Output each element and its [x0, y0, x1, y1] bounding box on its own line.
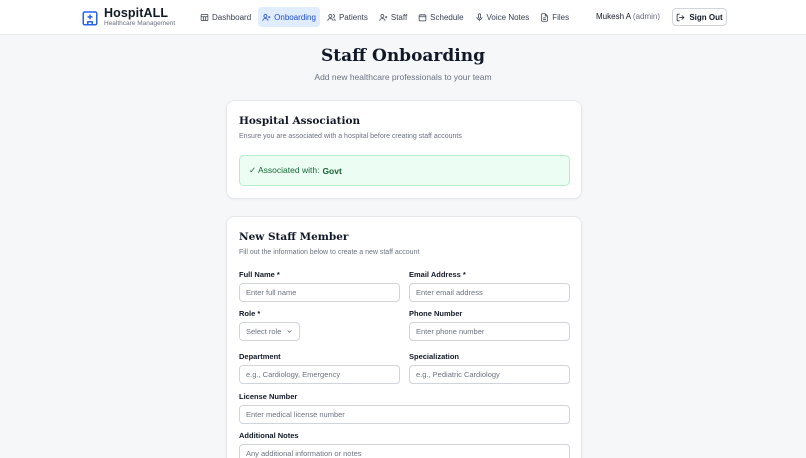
- new-staff-title: New Staff Member: [239, 231, 349, 243]
- associated-hospital-name: Govt: [322, 165, 342, 176]
- nav-files-label: Files: [552, 12, 570, 22]
- hospital-association-title: Hospital Association: [239, 115, 361, 127]
- dashboard-icon: [200, 13, 209, 21]
- hospital-building-icon: [82, 10, 98, 25]
- nav-voice-notes[interactable]: Voice Notes: [471, 7, 534, 27]
- users-icon: [327, 13, 336, 21]
- user-name: Mukesh A: [596, 12, 631, 21]
- microphone-icon: [476, 12, 483, 21]
- notes-label: Additional Notes: [239, 431, 299, 440]
- association-status-prefix: ✓ Associated with:: [249, 165, 320, 175]
- email-input[interactable]: [409, 283, 570, 302]
- brand[interactable]: HospitALL Healthcare Management: [81, 7, 175, 28]
- current-user: Mukesh A (admin): [596, 12, 660, 21]
- department-input[interactable]: [239, 365, 400, 384]
- user-plus-icon: [262, 13, 271, 21]
- department-label: Department: [239, 352, 281, 361]
- nav-onboarding-label: Onboarding: [274, 12, 316, 22]
- chevron-down-icon: [287, 330, 293, 333]
- license-label: License Number: [239, 392, 298, 401]
- role-label: Role *: [239, 309, 261, 318]
- full-name-input[interactable]: [239, 283, 400, 302]
- nav-files[interactable]: Files: [536, 7, 573, 27]
- brand-subtitle: Healthcare Management: [104, 20, 176, 27]
- nav-onboarding[interactable]: Onboarding: [258, 7, 320, 27]
- nav-schedule[interactable]: Schedule: [414, 7, 467, 27]
- user-plus-icon: [379, 13, 388, 21]
- email-label: Email Address *: [409, 270, 466, 279]
- log-out-icon: [677, 13, 685, 21]
- license-input[interactable]: [239, 405, 570, 424]
- nav-patients[interactable]: Patients: [323, 7, 372, 27]
- specialization-label: Specialization: [409, 352, 460, 361]
- role-select-placeholder: Select role: [246, 327, 282, 336]
- nav-dashboard-label: Dashboard: [212, 12, 252, 22]
- nav-voice-notes-label: Voice Notes: [486, 12, 530, 22]
- calendar-icon: [418, 13, 427, 21]
- main-nav: Dashboard Onboarding Patients Staff Sche…: [196, 7, 576, 27]
- nav-staff[interactable]: Staff: [375, 7, 411, 27]
- association-status-banner: ✓ Associated with: Govt: [239, 155, 570, 186]
- notes-textarea[interactable]: [239, 444, 570, 458]
- sign-out-button[interactable]: Sign Out: [672, 8, 727, 26]
- sign-out-label: Sign Out: [689, 12, 723, 22]
- user-role: (admin): [632, 12, 661, 21]
- phone-input[interactable]: [409, 322, 570, 341]
- nav-staff-label: Staff: [390, 12, 408, 22]
- new-staff-member-card: New Staff Member Fill out the informatio…: [226, 216, 582, 458]
- page-title: Staff Onboarding: [321, 46, 485, 66]
- brand-name: HospitALL: [104, 6, 169, 20]
- full-name-label: Full Name *: [239, 270, 280, 279]
- nav-schedule-label: Schedule: [430, 12, 464, 22]
- role-select[interactable]: Select role: [239, 322, 301, 341]
- nav-dashboard[interactable]: Dashboard: [196, 7, 255, 27]
- phone-label: Phone Number: [409, 309, 463, 318]
- file-icon: [541, 12, 549, 22]
- hospital-association-card: Hospital Association Ensure you are asso…: [226, 100, 582, 199]
- specialization-input[interactable]: [409, 365, 570, 384]
- top-navigation-bar: HospitALL Healthcare Management Dashboar…: [0, 0, 806, 35]
- nav-patients-label: Patients: [338, 12, 368, 22]
- page-subtitle: Add new healthcare professionals to your…: [314, 72, 492, 82]
- hospital-association-description: Ensure you are associated with a hospita…: [239, 133, 462, 140]
- new-staff-description: Fill out the information below to create…: [239, 249, 420, 256]
